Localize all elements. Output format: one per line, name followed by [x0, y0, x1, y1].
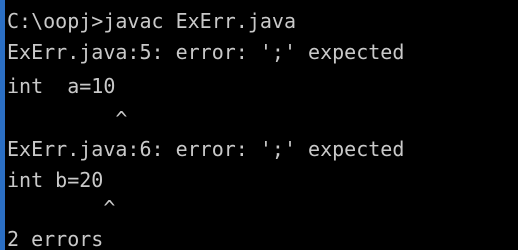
- source-code-line: int b=20: [7, 168, 104, 192]
- console-window[interactable]: C:\oopj>javac ExErr.java ExErr.java:5: e…: [0, 0, 518, 250]
- window-left-border: [0, 0, 5, 250]
- error-caret-line: ^: [7, 196, 116, 220]
- error-message-line: ExErr.java:5: error: ';' expected: [7, 40, 405, 64]
- error-count-line: 2 errors: [7, 227, 104, 250]
- error-caret-line: ^: [7, 107, 128, 131]
- command-line: C:\oopj>javac ExErr.java: [7, 9, 296, 33]
- source-code-line: int a=10: [7, 74, 116, 98]
- error-message-line: ExErr.java:6: error: ';' expected: [7, 137, 405, 161]
